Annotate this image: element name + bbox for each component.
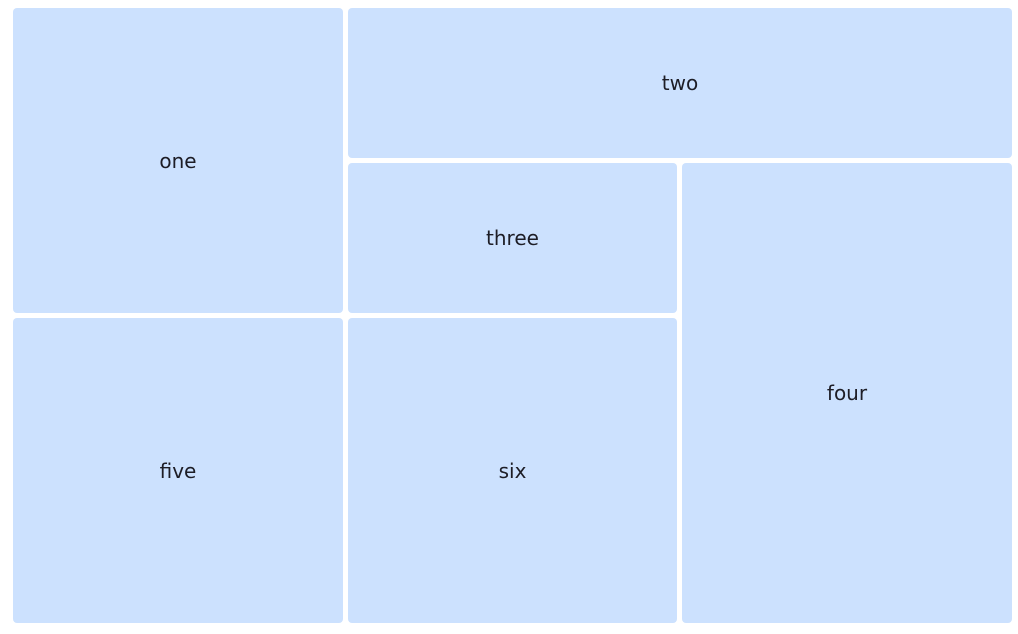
- grid-cell-five: five: [13, 318, 343, 623]
- cell-label-two: two: [661, 71, 699, 95]
- grid-layout: one two three four five six: [13, 8, 1012, 623]
- grid-cell-six: six: [348, 318, 677, 623]
- grid-cell-one: one: [13, 8, 343, 313]
- cell-label-one: one: [159, 148, 197, 173]
- grid-cell-four: four: [682, 163, 1012, 623]
- cell-label-four: four: [826, 381, 868, 405]
- grid-cell-two: two: [348, 8, 1012, 158]
- cell-label-five: five: [159, 458, 197, 483]
- grid-cell-three: three: [348, 163, 677, 313]
- cell-label-three: three: [486, 226, 539, 250]
- cell-label-six: six: [498, 458, 527, 483]
